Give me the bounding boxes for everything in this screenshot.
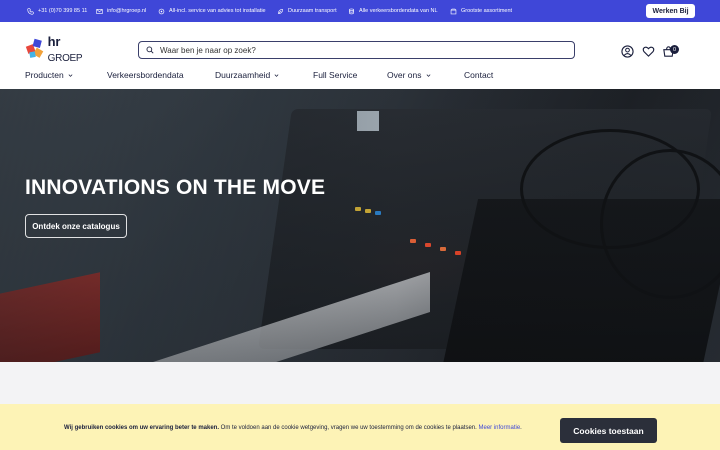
nav-label-over-ons: Over ons: [387, 70, 422, 80]
catalogus-button[interactable]: Ontdek onze catalogus: [25, 214, 127, 238]
topbar-transport-label: Duurzaam transport: [288, 8, 337, 14]
chevron-down-icon: [274, 73, 279, 77]
nav-label-duurzaamheid: Duurzaamheid: [215, 70, 271, 80]
logo-hr: hr: [47, 33, 61, 49]
accept-cookies-button[interactable]: Cookies toestaan: [560, 418, 657, 443]
cookie-message-suffix: .: [520, 425, 522, 431]
account-icon[interactable]: [621, 45, 634, 58]
wishlist-heart-icon[interactable]: [642, 45, 655, 58]
topbar-assortment: Grootste assortiment: [450, 0, 512, 22]
werken-bij-button[interactable]: Werken Bij: [646, 4, 695, 18]
cookie-message-body: Om te voldoen aan de cookie wetgeving, v…: [219, 425, 479, 431]
cookie-more-info-link[interactable]: Meer informatie: [478, 425, 520, 431]
topbar-transport: Duurzaam transport: [277, 0, 337, 22]
chevron-down-icon: [68, 73, 73, 77]
topbar-phone-label: +31 (0)70 399 85 11: [38, 8, 88, 14]
search-bar[interactable]: [138, 41, 575, 59]
nav-item-duurzaamheid[interactable]: Duurzaamheid: [215, 68, 279, 82]
search-input[interactable]: [160, 45, 560, 55]
topbar-assortment-label: Grootste assortiment: [461, 8, 513, 14]
cookie-message: Wij gebruiken cookies om uw ervaring bet…: [64, 425, 522, 431]
box-icon: [450, 8, 457, 15]
main-nav: Producten Verkeersbordendata Duurzaamhei…: [0, 68, 720, 82]
nav-item-verkeersbordendata[interactable]: Verkeersbordendata: [107, 68, 184, 82]
logo-text: hr GROEP: [48, 34, 95, 64]
logo-mark-icon: [25, 38, 44, 58]
topbar-data: Alle verkeersbordendata van NL: [348, 0, 438, 22]
nav-label-producten: Producten: [25, 70, 64, 80]
mail-icon: [96, 8, 103, 15]
topbar-phone[interactable]: +31 (0)70 399 85 11: [27, 0, 87, 22]
nav-label-contact: Contact: [464, 70, 494, 80]
nav-item-over-ons[interactable]: Over ons: [387, 68, 431, 82]
service-icon: [158, 8, 165, 15]
hr-groep-logo[interactable]: hr GROEP: [25, 34, 95, 64]
topbar-email[interactable]: info@hrgroep.nl: [96, 0, 146, 22]
logo-groep: GROEP: [47, 52, 83, 64]
chevron-down-icon: [426, 73, 430, 77]
nav-label-verkeersbordendata: Verkeersbordendata: [107, 70, 184, 80]
topbar-service: All-incl. service van advies tot install…: [158, 0, 266, 22]
leaf-icon: [277, 8, 284, 15]
database-icon: [348, 8, 355, 15]
hero-title: INNOVATIONS ON THE MOVE: [25, 176, 326, 199]
topbar-email-label: info@hrgroep.nl: [107, 8, 147, 14]
topbar-data-label: Alle verkeersbordendata van NL: [359, 8, 438, 14]
cart-count-badge: 0: [670, 45, 679, 54]
nav-item-full-service[interactable]: Full Service: [313, 68, 357, 82]
nav-item-producten[interactable]: Producten: [25, 68, 73, 82]
nav-item-contact[interactable]: Contact: [464, 68, 493, 82]
top-info-bar: +31 (0)70 399 85 11 info@hrgroep.nl All-…: [0, 0, 720, 22]
phone-icon: [27, 7, 34, 15]
topbar-service-label: All-incl. service van advies tot install…: [169, 8, 266, 14]
cookie-message-bold: Wij gebruiken cookies om uw ervaring bet…: [64, 425, 219, 431]
search-icon: [146, 46, 154, 54]
nav-label-full-service: Full Service: [313, 70, 358, 80]
